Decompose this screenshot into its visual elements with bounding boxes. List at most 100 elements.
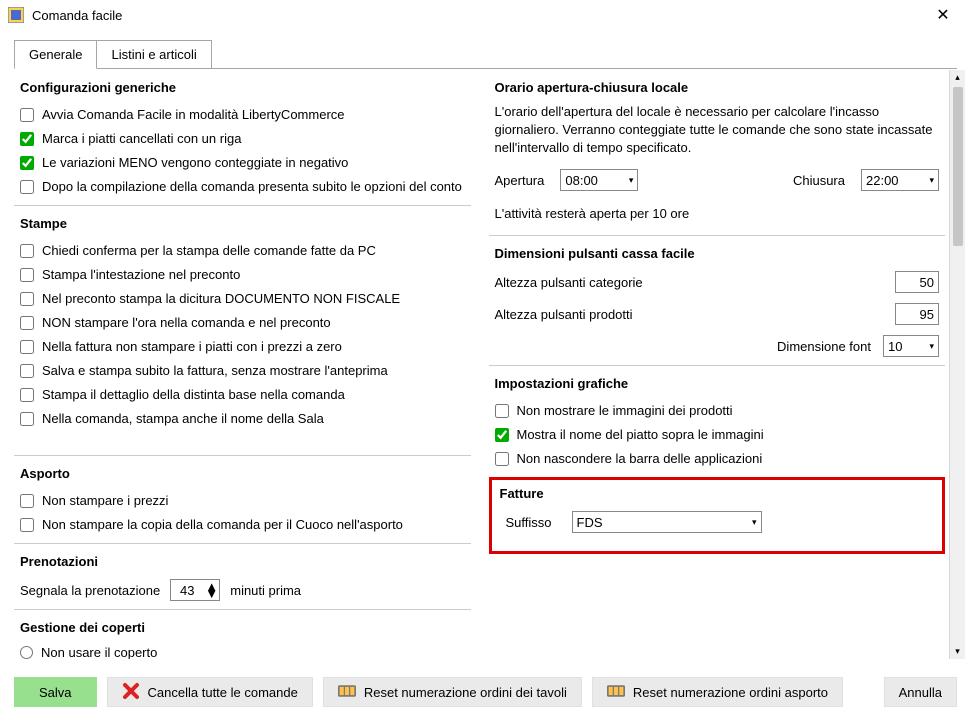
cb-g3-label: Non nascondere la barra delle applicazio…	[517, 449, 763, 469]
cb-s6[interactable]: Salva e stampa subito la fattura, senza …	[14, 359, 471, 383]
scroll-thumb[interactable]	[953, 87, 963, 246]
cb-s6-label: Salva e stampa subito la fattura, senza …	[42, 361, 388, 381]
reset-tavoli-label: Reset numerazione ordini dei tavoli	[364, 685, 567, 700]
cb-s7-label: Stampa il dettaglio della distinta base …	[42, 385, 345, 405]
pren-post-label: minuti prima	[230, 583, 301, 598]
cb-g2-label: Mostra il nome del piatto sopra le immag…	[517, 425, 764, 445]
cb-s4-input[interactable]	[20, 316, 34, 330]
pren-spinner-input[interactable]	[171, 582, 203, 599]
cb-a2[interactable]: Non stampare la copia della comanda per …	[14, 513, 471, 537]
app-icon	[8, 7, 24, 23]
tabs: Generale Listini e articoli	[14, 40, 971, 69]
cb-s3-label: Nel preconto stampa la dicitura DOCUMENT…	[42, 289, 400, 309]
cb-avvia-input[interactable]	[20, 108, 34, 122]
cb-s8[interactable]: Nella comanda, stampa anche il nome dell…	[14, 407, 471, 431]
cb-a1-input[interactable]	[20, 494, 34, 508]
prenotazione-row: Segnala la prenotazione ▲▼ minuti prima	[14, 577, 471, 603]
cb-g3-input[interactable]	[495, 452, 509, 466]
cb-marca[interactable]: Marca i piatti cancellati con un riga	[14, 127, 471, 151]
dim-prod-input[interactable]	[895, 303, 939, 325]
chevron-down-icon: ▾	[929, 341, 934, 352]
titlebar: Comanda facile ✕	[0, 0, 971, 30]
cb-avvia-label: Avvia Comanda Facile in modalità Liberty…	[42, 105, 345, 125]
stampe-title: Stampe	[20, 216, 471, 231]
reset-tavoli-button[interactable]: Reset numerazione ordini dei tavoli	[323, 677, 582, 707]
cb-s2[interactable]: Stampa l'intestazione nel preconto	[14, 263, 471, 287]
config-title: Configurazioni generiche	[20, 80, 471, 95]
tab-generale[interactable]: Generale	[14, 40, 97, 69]
scroll-down-arrow-icon[interactable]: ▾	[955, 644, 960, 659]
pren-spinner[interactable]: ▲▼	[170, 579, 220, 601]
cb-meno-input[interactable]	[20, 156, 34, 170]
prenotazioni-title: Prenotazioni	[20, 554, 471, 569]
orario-desc: L'orario dell'apertura del locale è nece…	[489, 103, 946, 157]
apertura-combo[interactable]: 08:00 ▾	[560, 169, 638, 191]
chevron-down-icon: ▾	[929, 175, 934, 186]
counter-icon	[607, 682, 625, 703]
suffisso-combo[interactable]: FDS ▾	[572, 511, 762, 533]
pren-pre-label: Segnala la prenotazione	[20, 583, 160, 598]
annulla-button[interactable]: Annulla	[884, 677, 957, 707]
cb-s5-input[interactable]	[20, 340, 34, 354]
cb-marca-input[interactable]	[20, 132, 34, 146]
cb-s1[interactable]: Chiedi conferma per la stampa delle coma…	[14, 239, 471, 263]
cb-a2-label: Non stampare la copia della comanda per …	[42, 515, 403, 535]
graf-title: Impostazioni grafiche	[495, 376, 946, 391]
vertical-scrollbar[interactable]: ▴ ▾	[949, 70, 965, 659]
tab-listini[interactable]: Listini e articoli	[97, 40, 211, 69]
cb-s7[interactable]: Stampa il dettaglio della distinta base …	[14, 383, 471, 407]
cb-s8-input[interactable]	[20, 412, 34, 426]
cb-s4-label: NON stampare l'ora nella comanda e nel p…	[42, 313, 331, 333]
left-column: Configurazioni generiche Avvia Comanda F…	[14, 70, 477, 659]
apertura-value: 08:00	[565, 173, 598, 188]
cb-s6-input[interactable]	[20, 364, 34, 378]
window-title: Comanda facile	[32, 8, 923, 23]
cb-s7-input[interactable]	[20, 388, 34, 402]
right-column: Orario apertura-chiusura locale L'orario…	[489, 70, 966, 659]
cb-a2-input[interactable]	[20, 518, 34, 532]
cb-a1[interactable]: Non stampare i prezzi	[14, 489, 471, 513]
radio-coperto-input[interactable]	[20, 646, 33, 659]
cb-marca-label: Marca i piatti cancellati con un riga	[42, 129, 241, 149]
cancel-all-label: Cancella tutte le comande	[148, 685, 298, 700]
dim-title: Dimensioni pulsanti cassa facile	[495, 246, 946, 261]
cb-meno[interactable]: Le variazioni MENO vengono conteggiate i…	[14, 151, 471, 175]
spinner-arrows[interactable]: ▲▼	[203, 583, 220, 597]
cb-g2[interactable]: Mostra il nome del piatto sopra le immag…	[489, 423, 946, 447]
cb-avvia[interactable]: Avvia Comanda Facile in modalità Liberty…	[14, 103, 471, 127]
button-bar: Salva Cancella tutte le comande Reset nu…	[14, 677, 957, 707]
cb-dopo-input[interactable]	[20, 180, 34, 194]
fatture-title: Fatture	[500, 486, 935, 501]
cb-g2-input[interactable]	[495, 428, 509, 442]
annulla-label: Annulla	[899, 685, 942, 700]
asporto-title: Asporto	[20, 466, 471, 481]
cb-s5[interactable]: Nella fattura non stampare i piatti con …	[14, 335, 471, 359]
cb-dopo[interactable]: Dopo la compilazione della comanda prese…	[14, 175, 471, 199]
cb-s2-input[interactable]	[20, 268, 34, 282]
orario-title: Orario apertura-chiusura locale	[495, 80, 946, 95]
save-button[interactable]: Salva	[14, 677, 97, 707]
dim-cat-input[interactable]	[895, 271, 939, 293]
reset-asporto-label: Reset numerazione ordini asporto	[633, 685, 828, 700]
cancel-all-button[interactable]: Cancella tutte le comande	[107, 677, 313, 707]
cb-s8-label: Nella comanda, stampa anche il nome dell…	[42, 409, 324, 429]
cb-s3[interactable]: Nel preconto stampa la dicitura DOCUMENT…	[14, 287, 471, 311]
suffisso-value: FDS	[577, 515, 603, 530]
chevron-down-icon: ▾	[629, 175, 634, 186]
cb-g3[interactable]: Non nascondere la barra delle applicazio…	[489, 447, 946, 471]
chiusura-label: Chiusura	[793, 173, 845, 188]
cb-s1-input[interactable]	[20, 244, 34, 258]
cb-g1[interactable]: Non mostrare le immagini dei prodotti	[489, 399, 946, 423]
cb-s4[interactable]: NON stampare l'ora nella comanda e nel p…	[14, 311, 471, 335]
cb-s3-input[interactable]	[20, 292, 34, 306]
reset-asporto-button[interactable]: Reset numerazione ordini asporto	[592, 677, 843, 707]
cb-g1-input[interactable]	[495, 404, 509, 418]
radio-coperto[interactable]: Non usare il coperto	[14, 643, 471, 659]
dim-font-combo[interactable]: 10▾	[883, 335, 939, 357]
chiusura-combo[interactable]: 22:00 ▾	[861, 169, 939, 191]
scroll-up-arrow-icon[interactable]: ▴	[955, 70, 960, 85]
chevron-down-icon: ▾	[752, 517, 757, 528]
cb-s2-label: Stampa l'intestazione nel preconto	[42, 265, 240, 285]
close-button[interactable]: ✕	[923, 5, 963, 25]
chiusura-value: 22:00	[866, 173, 899, 188]
